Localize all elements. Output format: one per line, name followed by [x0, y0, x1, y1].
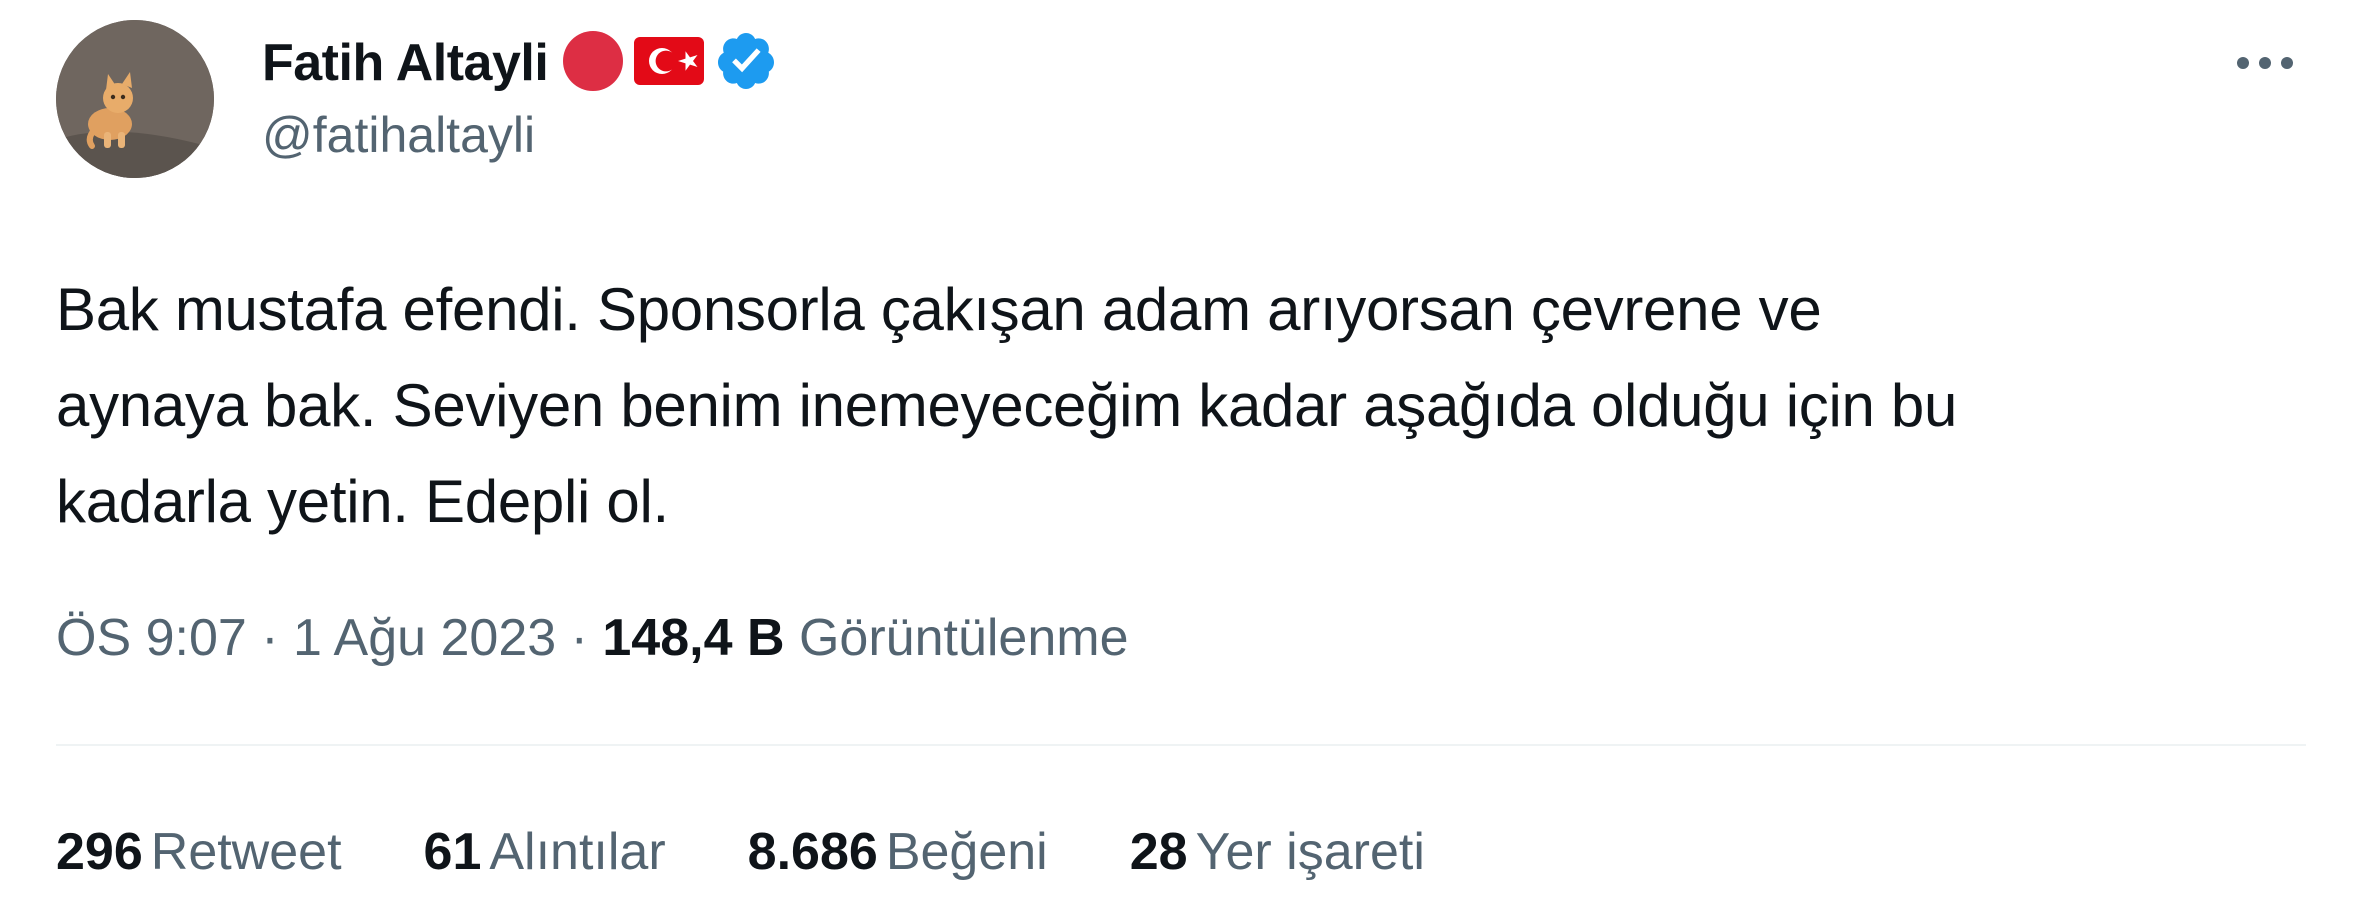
stat-label: Retweet: [150, 823, 342, 881]
stat-likes[interactable]: 8.686 Beğeni: [748, 826, 1048, 878]
tweet-time[interactable]: ÖS 9:07: [56, 609, 247, 667]
stat-retweets[interactable]: 296 Retweet: [56, 826, 342, 878]
stat-quotes[interactable]: 61 Alıntılar: [424, 826, 666, 878]
engagement-stats: 296 Retweet 61 Alıntılar 8.686 Beğeni 28 Yer…: [56, 826, 1425, 878]
meta-separator: ·: [556, 609, 603, 667]
stat-count: 8.686: [747, 823, 878, 881]
display-name[interactable]: Fatih Altayli: [262, 37, 549, 89]
stat-bookmarks[interactable]: 28 Yer işareti: [1130, 826, 1425, 878]
stat-label: Alıntılar: [489, 823, 666, 881]
tweet-card: Fatih Altayli @fatihaltayli Bak mustafa …: [0, 0, 2358, 900]
stat-label: Beğeni: [885, 823, 1048, 881]
red-circle-icon: [562, 30, 624, 97]
tweet-date[interactable]: 1 Ağu 2023: [293, 609, 556, 667]
tweet-text: Bak mustafa efendi. Sponsorla çakışan ad…: [56, 276, 1958, 535]
tweet-meta: ÖS 9:07 · 1 Ağu 2023 · 148,4 B Görüntüle…: [56, 612, 1129, 664]
author-name-row: Fatih Altayli: [262, 28, 778, 98]
views-label: Görüntülenme: [798, 609, 1129, 667]
verified-badge-icon: [714, 29, 778, 98]
avatar[interactable]: [56, 20, 214, 178]
author-handle[interactable]: @fatihaltayli: [262, 110, 535, 160]
stat-count: 61: [423, 823, 482, 881]
divider: [56, 744, 2306, 746]
stat-label: Yer işareti: [1195, 823, 1425, 881]
more-options-icon[interactable]: [2230, 38, 2300, 88]
cat-avatar-image: [56, 20, 214, 178]
turkey-flag-icon: [634, 36, 705, 90]
stat-count: 28: [1129, 823, 1188, 881]
stat-count: 296: [56, 823, 143, 881]
meta-separator: ·: [246, 609, 294, 667]
views-count: 148,4 B: [602, 609, 785, 667]
